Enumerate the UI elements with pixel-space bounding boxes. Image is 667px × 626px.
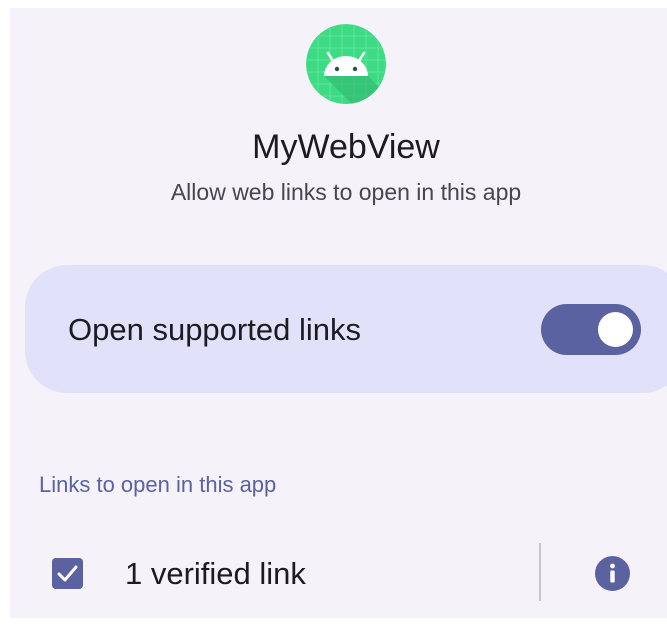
- verified-link-label: 1 verified link: [125, 556, 306, 591]
- verified-link-checkbox[interactable]: [52, 558, 83, 589]
- android-robot-icon: [306, 24, 386, 104]
- open-supported-links-label: Open supported links: [68, 312, 361, 347]
- toggle-knob: [598, 312, 633, 347]
- app-name: MyWebView: [252, 128, 440, 166]
- links-section-header: Links to open in this app: [39, 472, 277, 497]
- verified-link-row[interactable]: 1 verified link: [10, 536, 667, 608]
- open-supported-links-toggle[interactable]: [541, 304, 641, 355]
- app-subtitle: Allow web links to open in this app: [170, 179, 522, 205]
- app-link-settings-screen: MyWebView Allow web links to open in thi…: [10, 8, 667, 618]
- info-icon[interactable]: [595, 556, 630, 591]
- open-supported-links-card[interactable]: Open supported links: [25, 265, 667, 393]
- row-divider: [539, 543, 541, 601]
